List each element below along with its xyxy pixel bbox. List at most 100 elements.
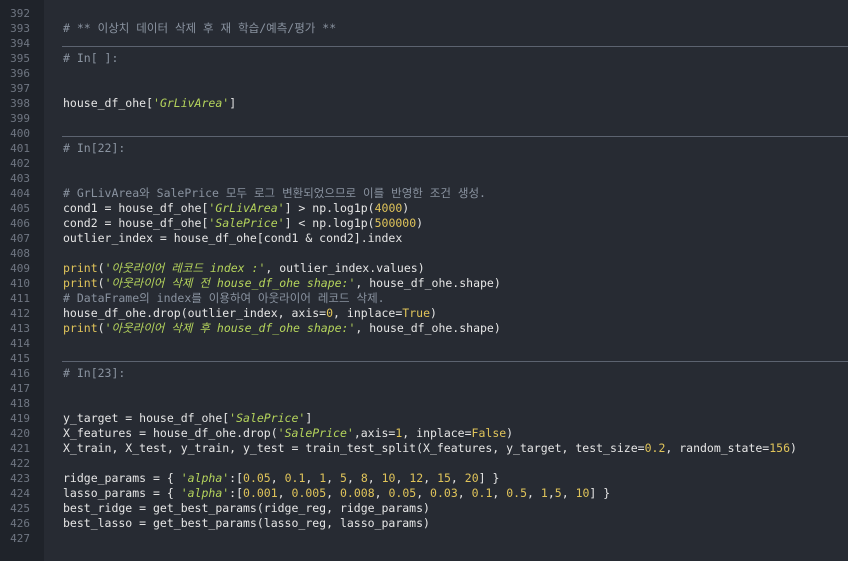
line-number: 405 [10, 202, 30, 215]
code-token: 0.008 [340, 486, 375, 500]
code-token: , inplace= [333, 306, 403, 320]
code-token: , [305, 471, 320, 485]
code-line[interactable]: # In[ ]: [63, 51, 118, 66]
code-line[interactable]: outlier_index = house_df_ohe[cond1 & con… [63, 231, 402, 246]
code-token: # DataFrame의 index를 이용하여 아웃라이어 레코드 삭제. [63, 291, 385, 305]
line-number: 418 [10, 397, 30, 410]
code-token: 5 [554, 486, 562, 500]
code-token: lasso_params = { [63, 486, 181, 500]
line-number: 424 [10, 487, 30, 500]
code-token: 0.001 [243, 486, 278, 500]
code-line[interactable]: best_lasso = get_best_params(lasso_reg, … [63, 516, 430, 531]
code-token: print [63, 321, 98, 335]
code-token: , [423, 471, 438, 485]
code-token: , [367, 471, 382, 485]
code-token: 12 [409, 471, 424, 485]
code-token: , [326, 471, 341, 485]
code-token: 0.03 [430, 486, 458, 500]
code-token: print [63, 261, 98, 275]
code-token: ridge_params = { [63, 471, 181, 485]
line-number-gutter: 392 393 394 395 396 397 398 399 400 401 402 403 404 4… [0, 0, 45, 561]
line-number: 402 [10, 157, 30, 170]
code-token: ( [97, 321, 105, 335]
line-number: 399 [10, 112, 30, 125]
code-line[interactable]: # In[22]: [63, 141, 125, 156]
code-token: , [527, 486, 541, 500]
code-line[interactable]: # GrLivArea와 SalePrice 모두 로그 변환되었으므로 이를 … [63, 186, 486, 201]
code-token: 0 [326, 306, 334, 320]
line-number: 403 [10, 172, 30, 185]
code-token: , [457, 486, 472, 500]
code-token: , inplace= [402, 426, 472, 440]
line-number: 410 [10, 277, 30, 290]
cell-separator [62, 46, 848, 47]
code-token: 5 [340, 471, 347, 485]
line-number: 398 [10, 97, 30, 110]
code-token: 156 [769, 441, 791, 455]
code-token: 'alpha' [180, 471, 230, 485]
code-token: ) [402, 201, 410, 215]
line-number: 400 [10, 127, 30, 140]
code-token: , [270, 471, 285, 485]
code-line[interactable]: print('아웃라이어 삭제 전 house_df_ohe shape:', … [63, 276, 501, 291]
code-line[interactable]: cond1 = house_df_ohe['GrLivArea'] > np.l… [63, 201, 409, 216]
code-token: # GrLivArea와 SalePrice 모두 로그 변환되었으므로 이를 … [63, 186, 486, 200]
code-token: 10 [381, 471, 396, 485]
code-line[interactable]: lasso_params = { 'alpha':[0.001, 0.005, … [63, 486, 610, 501]
line-number: 392 [10, 7, 30, 20]
code-line[interactable]: best_ridge = get_best_params(ridge_reg, … [63, 501, 430, 516]
code-token: 8 [360, 471, 368, 485]
code-line[interactable]: y_target = house_df_ohe['SalePrice'] [63, 411, 312, 426]
line-number: 395 [10, 52, 30, 65]
code-line[interactable]: ridge_params = { 'alpha':[0.05, 0.1, 1, … [63, 471, 499, 486]
code-token: outlier_index = house_df_ohe[cond1 & con… [63, 231, 403, 245]
line-number: 425 [10, 502, 30, 515]
code-line[interactable]: # In[23]: [63, 366, 125, 381]
code-line[interactable]: X_train, X_test, y_train, y_test = train… [63, 441, 797, 456]
code-token: '아웃라이어 삭제 전 house_df_ohe shape:' [104, 276, 356, 290]
line-number: 404 [10, 187, 30, 200]
code-line[interactable]: print('아웃라이어 삭제 후 house_df_ohe shape:', … [63, 321, 501, 336]
code-token: , house_df_ohe.shape) [355, 321, 501, 335]
code-token: ) [430, 306, 437, 320]
code-token: 15 [437, 471, 451, 485]
line-number: 407 [10, 232, 30, 245]
code-token: , [346, 471, 361, 485]
line-number: 427 [10, 532, 30, 545]
code-editor[interactable]: 392 393 394 395 396 397 398 399 400 401 402 403 404 4… [0, 0, 848, 561]
line-number: 419 [10, 412, 30, 425]
line-number: 397 [10, 82, 30, 95]
code-token: :[ [229, 471, 244, 485]
code-token: best_ridge = get_best_params(ridge_reg, … [63, 501, 430, 515]
code-token: , [450, 471, 465, 485]
code-line[interactable]: # DataFrame의 index를 이용하여 아웃라이어 레코드 삭제. [63, 291, 385, 306]
code-token: house_df_ohe[ [63, 96, 154, 110]
code-token: house_df_ohe.drop(outlier_index, axis= [63, 306, 327, 320]
code-token: , [416, 486, 431, 500]
code-token: ) [506, 426, 514, 440]
code-token: 0.1 [471, 486, 493, 500]
code-token: , [395, 471, 410, 485]
code-line[interactable]: house_df_ohe['GrLivArea'] [63, 96, 236, 111]
code-line[interactable]: house_df_ohe.drop(outlier_index, axis=0,… [63, 306, 437, 321]
code-token: 'GrLivArea' [153, 96, 230, 110]
line-number: 423 [10, 472, 30, 485]
line-number: 412 [10, 307, 30, 320]
code-token: 0.05 [243, 471, 271, 485]
code-token: 1 [540, 486, 548, 500]
code-area[interactable]: # ** 이상치 데이터 삭제 후 재 학습/예측/평가 ** # In[ ]: h… [44, 0, 848, 561]
line-number: 408 [10, 247, 30, 260]
code-token: best_lasso = get_best_params(lasso_reg, … [63, 516, 430, 530]
line-number: 401 [10, 142, 30, 155]
code-token: y_target = house_df_ohe[ [63, 411, 230, 425]
line-number: 420 [10, 427, 30, 440]
code-line[interactable]: # ** 이상치 데이터 삭제 후 재 학습/예측/평가 ** [63, 21, 336, 36]
code-line[interactable]: cond2 = house_df_ohe['SalePrice'] < np.l… [63, 216, 423, 231]
code-line[interactable]: X_features = house_df_ohe.drop('SalePric… [63, 426, 513, 441]
line-number: 422 [10, 457, 30, 470]
code-token: 0.5 [506, 486, 528, 500]
code-token: , [374, 486, 389, 500]
code-token: 'SalePrice' [229, 411, 306, 425]
code-token: 4000 [374, 201, 403, 215]
code-line[interactable]: print('아웃라이어 레코드 index :', outlier_index… [63, 261, 425, 276]
